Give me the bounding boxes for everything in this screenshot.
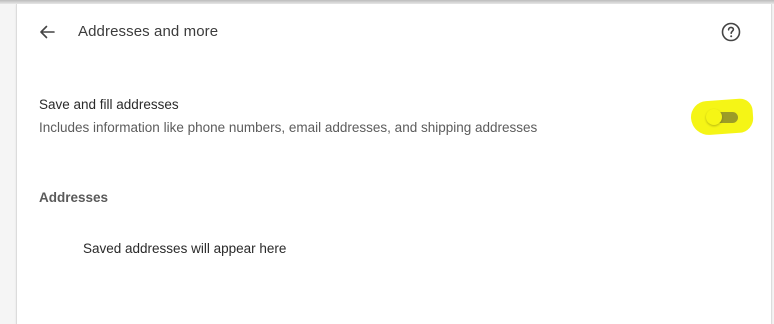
help-button[interactable] [719,20,743,44]
addresses-section-title: Addresses [39,190,109,205]
setting-label: Save and fill addresses [39,97,179,112]
page-title: Addresses and more [78,23,219,40]
back-button[interactable] [35,20,59,44]
addresses-empty-message: Saved addresses will appear here [83,241,287,256]
page-header: Addresses and more [17,4,771,60]
help-circle-icon [721,22,741,42]
settings-page: Addresses and more Save and fill address… [0,0,774,324]
save-fill-addresses-row: Save and fill addresses Includes informa… [17,88,771,148]
setting-description: Includes information like phone numbers,… [39,120,538,135]
save-fill-addresses-toggle[interactable] [706,109,740,125]
toggle-knob [706,109,722,125]
settings-card: Addresses and more Save and fill address… [16,4,772,324]
arrow-left-icon [40,25,55,39]
